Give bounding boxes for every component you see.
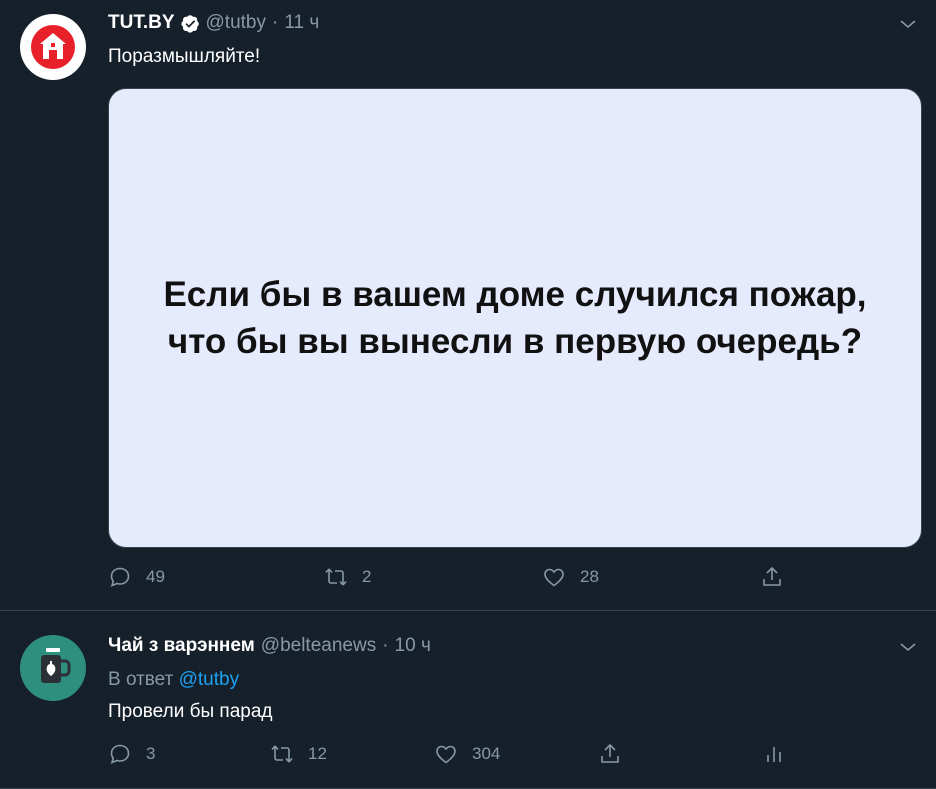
analytics-icon (767, 747, 781, 762)
author-handle[interactable]: @tutby (206, 12, 266, 34)
tweet-text: Провели бы парад (108, 701, 273, 722)
timestamp[interactable]: 11 ч (284, 12, 319, 34)
heart-icon (544, 568, 564, 587)
author-handle[interactable]: @belteanews (261, 635, 376, 657)
timestamp[interactable]: 10 ч (395, 635, 431, 657)
tweet-text: Поразмышляйте! (108, 46, 261, 67)
house-icon (31, 25, 75, 69)
tweet-header: Чай з варэннем @belteanews · 10 ч (108, 635, 431, 657)
retweet-icon (271, 745, 293, 763)
author-name[interactable]: TUT.BY (108, 12, 175, 34)
tweet-belteanews[interactable]: Чай з варэннем @belteanews · 10 ч В отве… (0, 610, 936, 789)
reply-mention-link[interactable]: @tutby (179, 669, 239, 690)
card-text: Если бы в вашем доме случился пожар, что… (163, 275, 867, 361)
reply-button[interactable]: 49 (108, 565, 165, 589)
like-button[interactable]: 304 (434, 742, 500, 766)
chevron-down-icon[interactable] (898, 637, 918, 657)
tweet-header: TUT.BY @tutby · 11 ч (108, 12, 319, 34)
retweet-button[interactable]: 2 (324, 565, 371, 589)
like-count: 28 (580, 567, 599, 586)
share-icon (763, 566, 781, 586)
tweet-tutby[interactable]: TUT.BY @tutby · 11 ч Поразмышляйте! Если… (0, 0, 936, 610)
reply-context: В ответ @tutby (108, 669, 239, 691)
tea-mug-icon (41, 648, 71, 683)
share-icon (601, 743, 619, 763)
retweet-count: 2 (362, 567, 372, 586)
reply-button[interactable]: 3 (108, 742, 155, 766)
reply-prefix: В ответ (108, 669, 174, 690)
retweet-button[interactable]: 12 (270, 742, 327, 766)
like-count: 304 (472, 744, 501, 763)
image-card[interactable]: Если бы в вашем доме случился пожар, что… (108, 88, 922, 548)
tweet-actions: 49 2 28 (108, 565, 808, 595)
tweet-actions: 3 12 304 (108, 742, 808, 772)
share-button[interactable] (760, 565, 784, 589)
separator: · (271, 12, 279, 33)
author-name[interactable]: Чай з варэннем (108, 635, 255, 657)
reply-count: 49 (146, 567, 165, 586)
reply-icon (110, 744, 130, 764)
belteanews-avatar[interactable] (20, 635, 86, 701)
chevron-down-icon[interactable] (898, 14, 918, 34)
reply-icon (110, 567, 130, 587)
verified-badge-icon (180, 14, 200, 33)
analytics-button[interactable] (762, 742, 786, 766)
tutby-avatar[interactable] (20, 14, 86, 80)
heart-icon (436, 745, 456, 764)
reply-count: 3 (146, 744, 156, 763)
separator: · (382, 635, 389, 656)
retweet-icon (325, 568, 347, 586)
like-button[interactable]: 28 (542, 565, 599, 589)
share-button[interactable] (598, 742, 622, 766)
retweet-count: 12 (308, 744, 327, 763)
